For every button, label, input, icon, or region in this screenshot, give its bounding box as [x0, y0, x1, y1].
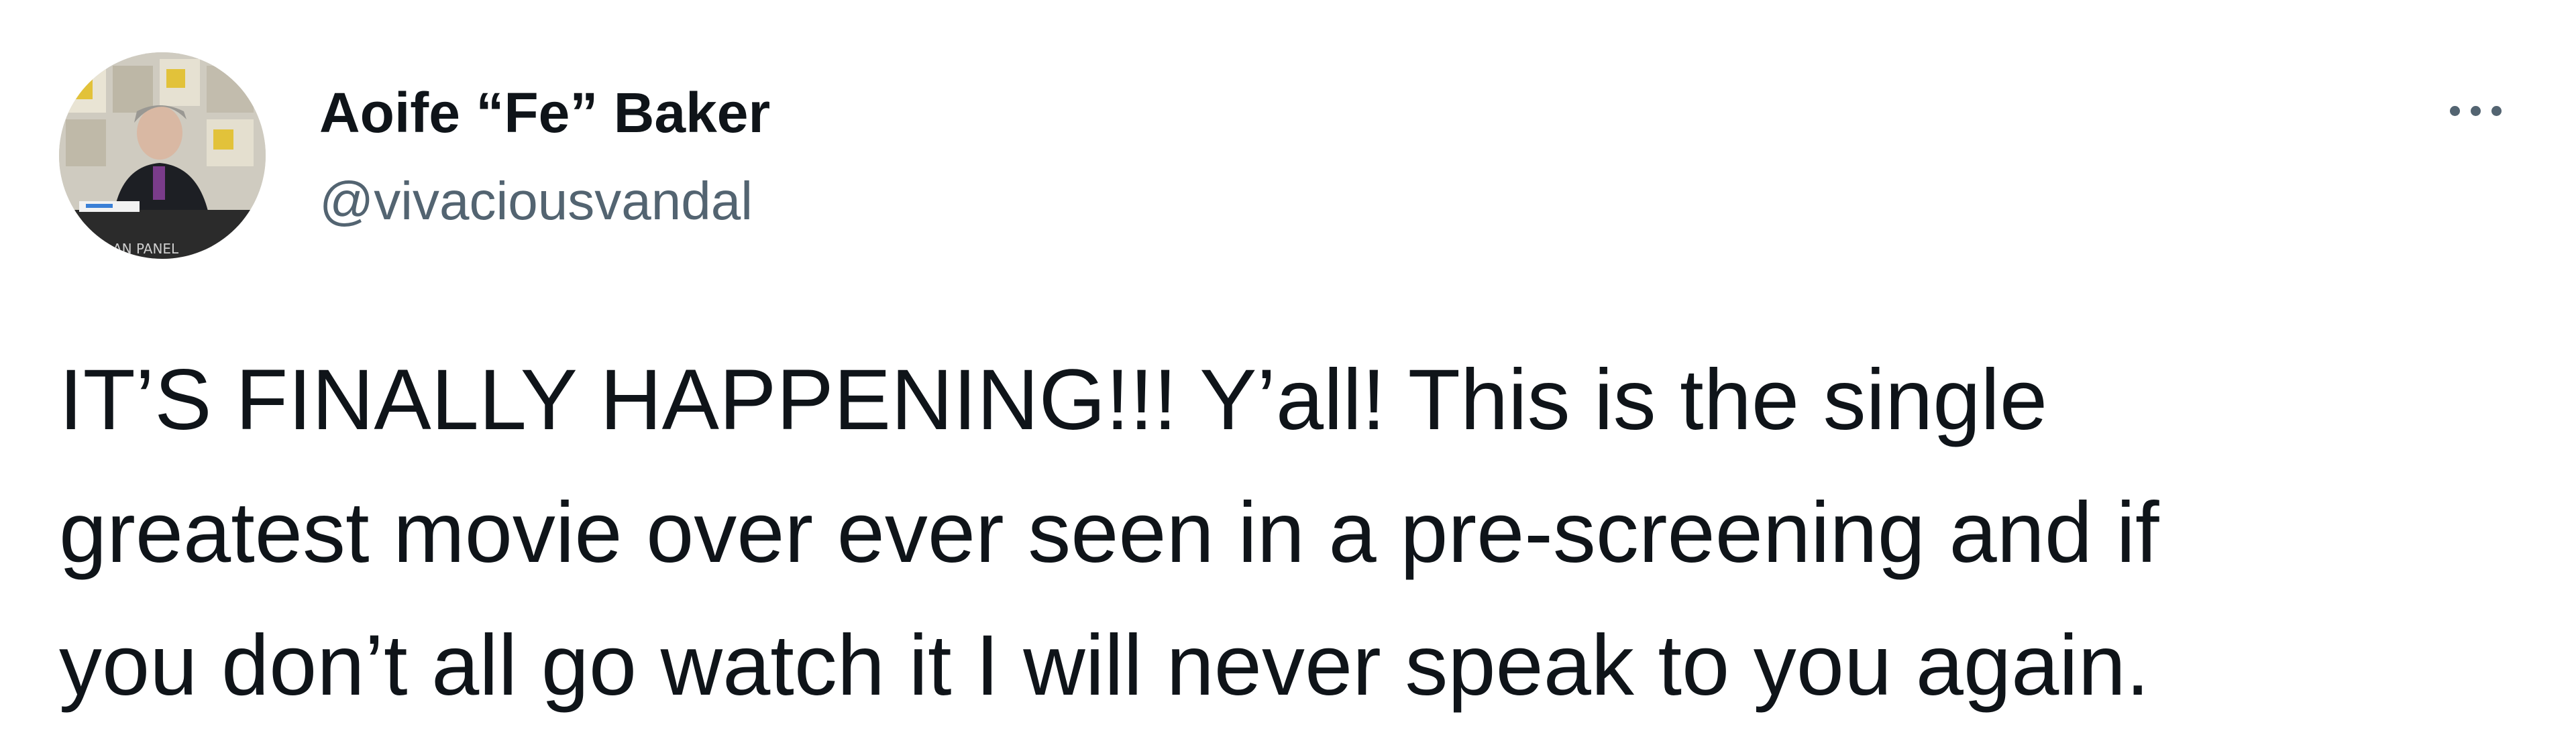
tweet-text-line: you don’t all go watch it I will never s…	[59, 618, 2150, 713]
tweet-card: AN PANEL Aoife “Fe” Baker @vivaciousvand…	[0, 0, 2576, 747]
author-handle[interactable]: @vivaciousvandal	[319, 168, 753, 235]
more-options-button[interactable]	[2435, 87, 2516, 134]
profile-photo-icon: AN PANEL	[59, 52, 266, 259]
avatar[interactable]: AN PANEL	[59, 52, 266, 259]
tweet-text-line: greatest movie over ever seen in a pre-s…	[59, 485, 2159, 581]
more-horizontal-icon-dot	[2470, 105, 2481, 116]
tweet-text: IT’S FINALLY HAPPENING!!! Y’all! This is…	[59, 334, 2555, 732]
more-horizontal-icon-dot	[2449, 105, 2460, 116]
author-display-name[interactable]: Aoife “Fe” Baker	[319, 79, 770, 146]
more-horizontal-icon-dot	[2491, 105, 2502, 116]
tweet-text-line: IT’S FINALLY HAPPENING!!! Y’all! This is…	[59, 352, 2048, 448]
svg-text:AN PANEL: AN PANEL	[113, 241, 179, 257]
